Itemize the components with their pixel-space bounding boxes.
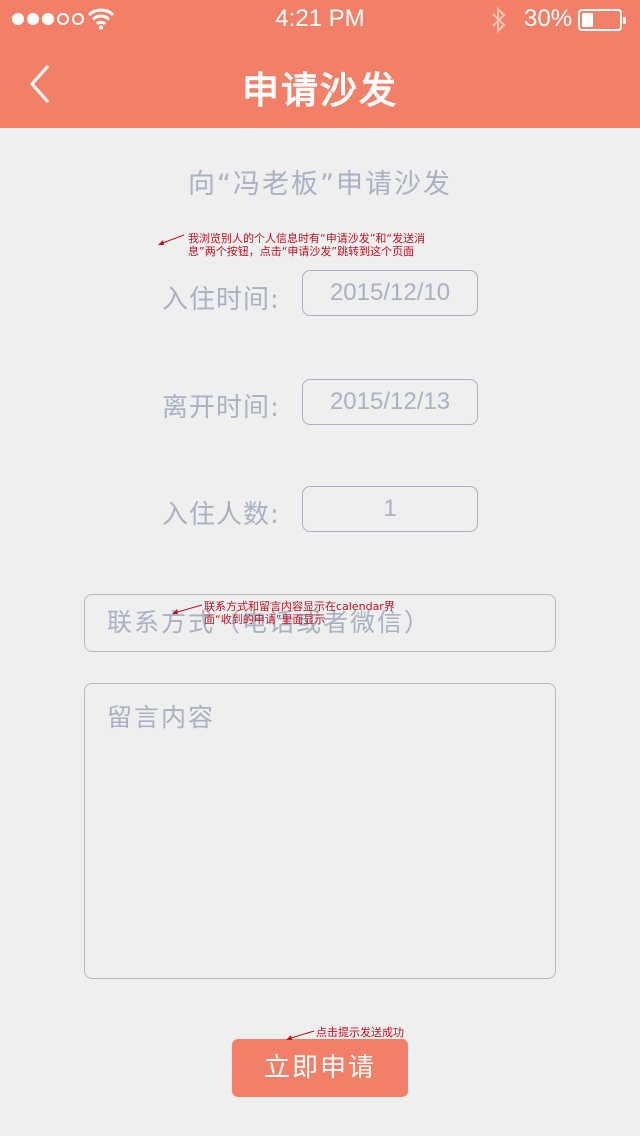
guests-count-field[interactable]: 1 <box>302 486 478 532</box>
annotation-text: 点击提示发送成功 <box>316 1026 404 1039</box>
battery-icon <box>578 9 626 31</box>
annotation-arrow-icon <box>286 1030 315 1040</box>
message-textarea[interactable]: 留言内容 <box>84 683 556 979</box>
annotation-arrow-icon <box>158 234 185 245</box>
annotation-text: 我浏览别人的个人信息时有“申请沙发”和“发送消息”两个按钮，点击“申请沙发”跳转… <box>188 232 426 258</box>
annotation-arrow-icon <box>172 604 203 614</box>
bluetooth-icon <box>492 7 506 33</box>
page-title: 申请沙发 <box>242 69 398 112</box>
checkin-label: 入住时间: <box>162 285 280 315</box>
app-header: 4:21 PM 30% 申请沙发 <box>0 0 640 128</box>
request-subtitle: 向“冯老板”申请沙发 <box>188 169 452 200</box>
checkin-date-field[interactable]: 2015/12/10 <box>302 270 478 316</box>
battery-percentage: 30% <box>524 5 573 32</box>
checkout-label: 离开时间: <box>162 393 280 423</box>
submit-request-button[interactable]: 立即申请 <box>232 1039 408 1097</box>
status-bar: 4:21 PM 30% <box>0 0 640 40</box>
message-placeholder: 留言内容 <box>107 703 216 732</box>
annotation-text: 联系方式和留言内容显示在calendar界面“收到的申请”里面显示 <box>204 600 395 626</box>
guests-label: 入住人数: <box>162 500 280 530</box>
checkout-date-field[interactable]: 2015/12/13 <box>302 379 478 425</box>
